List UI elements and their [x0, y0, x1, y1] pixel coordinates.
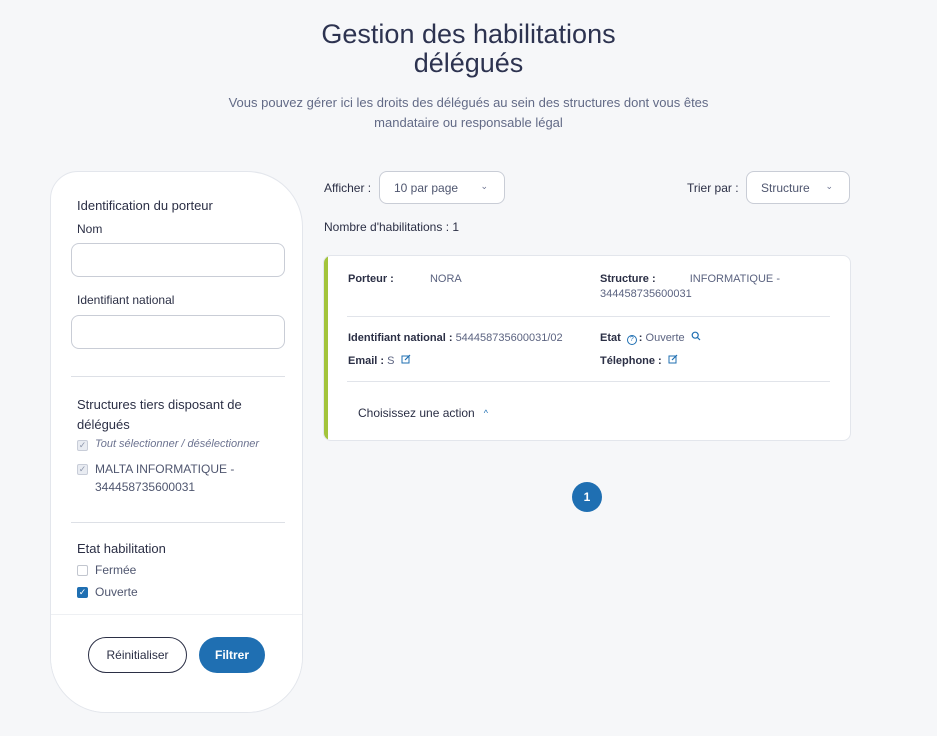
- telephone-label: Télephone :: [600, 355, 662, 367]
- etat-value: Ouverte: [645, 332, 685, 344]
- select-all-checkbox[interactable]: ✓ Tout sélectionner / désélectionner: [77, 438, 259, 451]
- select-all-label: Tout sélectionner / désélectionner: [95, 438, 260, 450]
- identifiant-label: Identifiant national: [77, 293, 175, 307]
- etat-fermee-checkbox[interactable]: Fermée: [77, 563, 136, 577]
- sort-label: Trier par :: [687, 181, 739, 195]
- redacted-block: [396, 272, 427, 287]
- redacted-block: [658, 272, 687, 287]
- check-icon: ✓: [77, 440, 88, 451]
- divider: [71, 376, 285, 377]
- filter-actions: Réinitialiser Filtrer: [51, 614, 302, 712]
- status-accent-bar: [324, 256, 328, 440]
- edit-icon[interactable]: [668, 354, 678, 369]
- section-title-etat: Etat habilitation: [77, 541, 166, 556]
- per-page-label: Afficher :: [324, 181, 372, 195]
- per-page-select[interactable]: 10 par page ⌄: [379, 171, 505, 204]
- reset-button[interactable]: Réinitialiser: [88, 637, 187, 673]
- sort-value: Structure: [761, 180, 810, 195]
- filter-button[interactable]: Filtrer: [199, 637, 265, 673]
- identifiant-card-label: Identifiant national :: [348, 332, 453, 344]
- checkbox-empty-icon: [77, 565, 88, 576]
- help-icon[interactable]: ?: [626, 335, 637, 345]
- edit-icon[interactable]: [401, 354, 411, 369]
- etat-fermee-label: Fermée: [95, 563, 137, 577]
- structure-option-label: MALTA INFORMATIQUE - 344458735600031: [95, 462, 235, 494]
- page-title: Gestion des habilitations délégués: [321, 19, 616, 78]
- chevron-down-icon: ⌄: [480, 181, 488, 191]
- card-divider: [347, 381, 830, 382]
- habilitation-card: Porteur : NORA Structure : INFORMATIQUE …: [323, 255, 851, 441]
- filter-panel: Identification du porteur Nom Identifian…: [50, 171, 303, 713]
- structure-checkbox[interactable]: ✓ MALTA INFORMATIQUE - 344458735600031: [77, 460, 247, 496]
- sort-select[interactable]: Structure ⌄: [746, 171, 850, 204]
- section-title-porteur: Identification du porteur: [77, 198, 213, 213]
- per-page-value: 10 par page: [394, 180, 459, 195]
- nom-label: Nom: [77, 222, 103, 236]
- telephone-field: Télephone :: [600, 354, 678, 369]
- divider: [71, 522, 285, 523]
- nom-input[interactable]: [71, 243, 285, 277]
- card-divider: [347, 316, 830, 317]
- action-dropdown[interactable]: Choisissez une action ^: [358, 406, 488, 420]
- structure-field: Structure : INFORMATIQUE - 3444587356000…: [600, 272, 800, 302]
- section-title-structures: Structures tiers disposant de délégués: [77, 397, 242, 432]
- pagination-page-1[interactable]: 1: [572, 482, 602, 512]
- chevron-down-icon: ⌄: [825, 181, 833, 191]
- page-subtitle: Vous pouvez gérer ici les droits des dél…: [228, 95, 709, 130]
- porteur-label: Porteur :: [348, 273, 394, 285]
- chevron-up-icon: ^: [483, 408, 488, 418]
- etat-ouverte-checkbox[interactable]: ✓ Ouverte: [77, 585, 138, 599]
- porteur-field: Porteur : NORA: [348, 272, 462, 287]
- structure-label: Structure :: [600, 273, 656, 285]
- email-value: S: [387, 355, 395, 367]
- identifiant-field: Identifiant national : 544458735600031/0…: [348, 331, 563, 346]
- identifiant-card-value: 544458735600031/02: [455, 332, 563, 344]
- etat-field: Etat?: Ouverte: [600, 331, 701, 346]
- porteur-value: NORA: [429, 273, 462, 285]
- action-label: Choisissez une action: [358, 406, 475, 420]
- etat-ouverte-label: Ouverte: [95, 585, 138, 599]
- identifiant-input[interactable]: [71, 315, 285, 349]
- email-label: Email :: [348, 355, 385, 367]
- habilitations-count: Nombre d'habilitations : 1: [324, 220, 460, 234]
- check-icon: ✓: [77, 464, 88, 475]
- check-icon: ✓: [77, 587, 88, 598]
- etat-label: Etat: [600, 332, 621, 344]
- email-field: Email : S: [348, 354, 411, 369]
- page-header: Gestion des habilitations délégués Vous …: [0, 20, 937, 133]
- search-icon[interactable]: [691, 331, 701, 346]
